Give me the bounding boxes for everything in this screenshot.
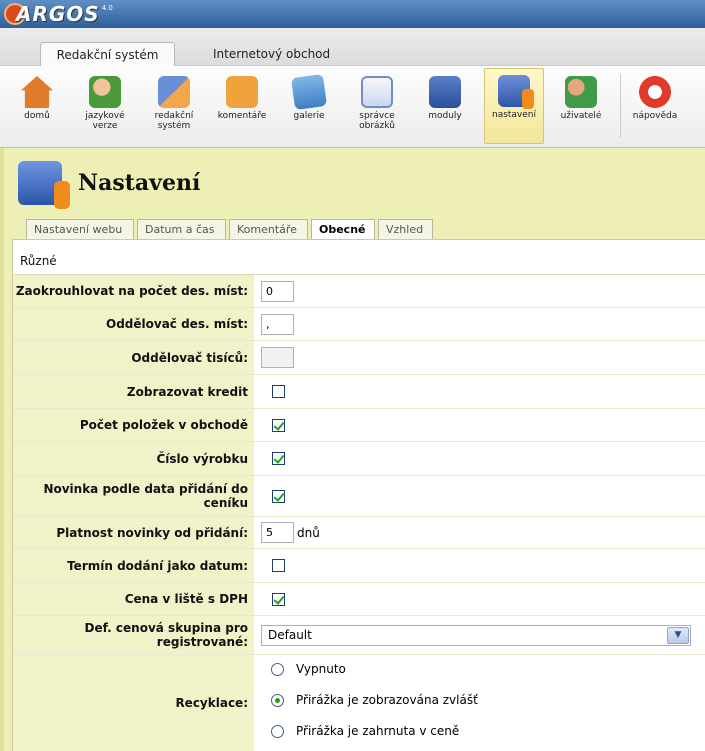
novelty-validity-label: Platnost novinky od přidání: [13, 517, 254, 548]
row-show-credit: Zobrazovat kredit [13, 375, 705, 409]
top-bar: ARGOS 4.0 [0, 0, 705, 28]
main-tab-row: Redakční systém Internetový obchod [0, 28, 705, 67]
recycling-option-included[interactable]: Přirážka je zahrnuta v ceně [271, 724, 459, 738]
row-product-number: Číslo výrobku [13, 442, 705, 476]
row-decimal-separator: Oddělovač des. míst: , [13, 308, 705, 341]
radio-button[interactable] [271, 724, 284, 738]
product-number-label: Číslo výrobku [13, 442, 254, 475]
toolbar-label-line2: verze [92, 121, 118, 131]
home-icon [21, 76, 53, 108]
logo-text: ARGOS [16, 2, 100, 26]
novelty-validity-input[interactable]: 5 [261, 522, 294, 543]
toolbar-label: jazykové [85, 111, 125, 121]
toolbar-label: uživatelé [560, 111, 602, 121]
logo-version: 4.0 [101, 4, 113, 12]
page-title: Nastavení [78, 170, 201, 196]
radio-button[interactable] [271, 693, 284, 707]
row-recycling: Recyklace: Vypnuto Přirážka je zobrazová… [13, 655, 705, 751]
radio-label: Přirážka je zobrazována zvlášť [296, 693, 478, 707]
row-thousands-separator: Oddělovač tisíců: [13, 341, 705, 375]
toolbar-label: nastavení [491, 110, 537, 120]
toolbar-label: nápověda [632, 111, 678, 121]
decimal-separator-label: Oddělovač des. míst: [13, 308, 254, 340]
comment-icon [226, 76, 258, 108]
novelty-by-date-checkbox[interactable] [272, 489, 285, 503]
help-icon [639, 76, 671, 108]
chevron-down-icon[interactable]: ▼ [667, 626, 689, 644]
tab-obecne[interactable]: Obecné [311, 219, 375, 240]
toolbar-label: galerie [293, 111, 325, 121]
default-price-group-value: Default [268, 627, 312, 642]
settings-icon [498, 75, 534, 109]
delivery-date-label: Termín dodání jako datum: [13, 549, 254, 582]
row-novelty-validity: Platnost novinky od přidání: 5 dnů [13, 517, 705, 549]
toolbar-label: komentáře [217, 111, 267, 121]
argos-logo: ARGOS 4.0 [4, 2, 113, 26]
section-title: Různé [20, 254, 57, 268]
images-icon [361, 76, 393, 108]
radio-button[interactable] [271, 662, 284, 676]
product-number-checkbox[interactable] [272, 452, 285, 465]
toolbar-item-image-manager[interactable]: správce obrázků [348, 70, 406, 142]
radio-label: Vypnuto [296, 662, 346, 676]
show-credit-checkbox[interactable] [272, 385, 285, 398]
item-count-label: Počet položek v obchodě [13, 409, 254, 441]
decimal-separator-input[interactable]: , [261, 313, 294, 335]
toolbar-item-comments[interactable]: komentáře [213, 70, 271, 142]
radio-label: Přirážka je zahrnuta v ceně [296, 724, 460, 738]
rounding-input[interactable]: 0 [261, 280, 294, 302]
price-with-vat-label: Cena v liště s DPH [13, 583, 254, 615]
rounding-label: Zaokrouhlovat na počet des. míst: [13, 275, 254, 307]
thousands-separator-label: Oddělovač tisíců: [13, 341, 254, 374]
row-item-count: Počet položek v obchodě [13, 409, 705, 442]
row-default-price-group: Def. cenová skupina pro registrované: De… [13, 616, 705, 655]
toolbar-label: správce [359, 111, 395, 121]
toolbar-item-gallery[interactable]: galerie [280, 70, 338, 142]
tab-nastaveni-webu[interactable]: Nastavení webu [26, 219, 134, 239]
content-left-edge [0, 148, 4, 751]
row-delivery-date: Termín dodání jako datum: [13, 549, 705, 583]
delivery-date-checkbox[interactable] [272, 559, 285, 572]
novelty-validity-unit: dnů [297, 525, 320, 540]
toolbar-label-line2: obrázků [359, 121, 395, 131]
recycling-option-separate[interactable]: Přirážka je zobrazována zvlášť [271, 693, 478, 707]
modules-icon [429, 76, 461, 108]
toolbar-item-language-versions[interactable]: jazykové verze [76, 70, 134, 142]
recycling-option-off[interactable]: Vypnuto [271, 662, 346, 676]
toolbar-label-line2: systém [157, 121, 191, 131]
thousands-separator-input[interactable] [261, 347, 294, 368]
module-toolbar: domů jazykové verze redakční systém kome… [0, 66, 705, 148]
tab-redakcni-system[interactable]: Redakční systém [40, 42, 175, 67]
users-icon [565, 76, 597, 108]
toolbar-item-modules[interactable]: moduly [416, 70, 474, 142]
page-heading: Nastavení [18, 160, 201, 209]
toolbar-label: moduly [428, 111, 462, 121]
show-credit-label: Zobrazovat kredit [13, 375, 254, 408]
tab-internetovy-obchod[interactable]: Internetový obchod [193, 42, 350, 67]
toolbar-item-help[interactable]: nápověda [626, 70, 684, 142]
toolbar-label: redakční [154, 111, 194, 121]
price-with-vat-checkbox[interactable] [272, 592, 285, 606]
toolbar-item-settings[interactable]: nastavení [484, 68, 544, 144]
edit-icon [158, 76, 190, 108]
recycling-label: Recyklace: [13, 655, 254, 751]
tab-datum-a-cas[interactable]: Datum a čas [137, 219, 226, 239]
toolbar-item-home[interactable]: domů [8, 70, 66, 142]
default-price-group-select[interactable]: Default ▼ [261, 624, 691, 646]
language-icon [89, 76, 121, 108]
row-price-with-vat: Cena v liště s DPH [13, 583, 705, 616]
novelty-by-date-label: Novinka podle data přidání do ceníku [13, 476, 254, 516]
toolbar-item-users[interactable]: uživatelé [552, 70, 610, 142]
settings-icon [18, 161, 70, 209]
tab-vzhled[interactable]: Vzhled [378, 219, 433, 239]
row-rounding: Zaokrouhlovat na počet des. míst: 0 [13, 275, 705, 308]
toolbar-divider [620, 74, 621, 138]
tab-komentare[interactable]: Komentáře [229, 219, 308, 239]
default-price-group-label: Def. cenová skupina pro registrované: [13, 616, 254, 654]
gallery-icon [290, 73, 328, 111]
toolbar-label: domů [24, 111, 50, 121]
toolbar-item-editorial-system[interactable]: redakční systém [145, 70, 203, 142]
item-count-checkbox[interactable] [272, 418, 285, 432]
row-novelty-by-date: Novinka podle data přidání do ceníku [13, 476, 705, 517]
